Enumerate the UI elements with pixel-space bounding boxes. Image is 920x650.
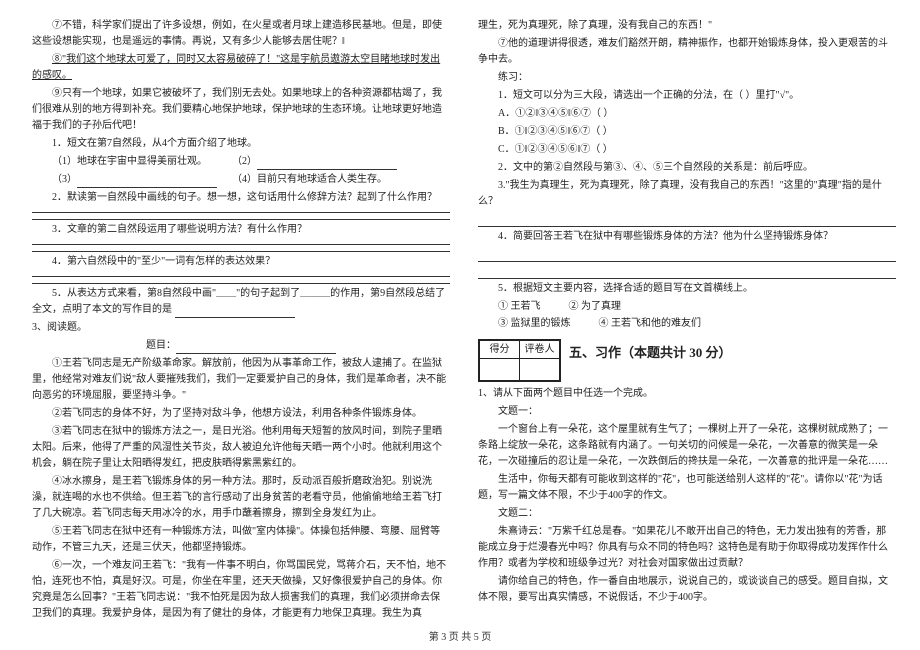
ex1-optA[interactable]: A．①②‖③④⑤‖⑥⑦（ ） — [478, 106, 896, 122]
reading-heading: 3、阅读题。 — [32, 320, 450, 336]
opt4[interactable]: ④ 王若飞和他的难友们 — [599, 316, 702, 332]
writing-p4: 请你给自己的特色，作一番自由地展示，说说自己的，或谈谈自己的感受。题目自拟，文体… — [478, 574, 896, 606]
answer-line[interactable] — [478, 268, 896, 279]
opt2[interactable]: ② 为了真理 — [569, 299, 622, 315]
writing-p2: 生活中，你每天都有可能收到这样的"花"，也可能送给别人这样的"花"。请你以"花"… — [478, 472, 896, 504]
grader-header: 评卷人 — [520, 341, 560, 359]
ex1-text: 1．短文可以分为三大段，请选出一个正确的分法，在（ ）里打"√"。 — [478, 88, 896, 104]
q1-opt1: （1）地球在宇宙中显得美丽壮观。 （2） — [32, 154, 450, 170]
score-grader-table: 得分 评卷人 — [478, 339, 561, 382]
title-blank[interactable] — [176, 343, 336, 354]
writing-lead: 1、请从下面两个题目中任选一个完成。 — [478, 386, 896, 402]
q2-text: 2．默读第一自然段中画线的句子。想一想，这句话用什么修辞方法？起到了什么作用？ — [32, 190, 450, 206]
left-column: ⑦不错，科学家们提出了许多设想，例如，在火星或者月球上建造移民基地。但是，即使这… — [32, 18, 450, 608]
grader-cell[interactable] — [520, 359, 560, 381]
fill-blank[interactable] — [257, 159, 397, 170]
q5-text: 5．从表达方式来看，第8自然段中画"＿＿"的句子起到了＿＿＿的作用，第9自然段总… — [32, 286, 450, 318]
title-row: 题目： — [32, 338, 450, 354]
score-section: 得分 评卷人 五、习作（本题共计 30 分） — [478, 333, 896, 386]
answer-line[interactable] — [32, 276, 450, 277]
two-column-layout: ⑦不错，科学家们提出了许多设想，例如，在火星或者月球上建造移民基地。但是，即使这… — [32, 18, 896, 608]
story-p6-cont: 理生，死为真理死，除了真理，没有我自己的东西！" — [478, 18, 896, 34]
story-p6: ⑥一次，一个难友问王若飞："我有一件事不明白，你骂国民党，骂蒋介石，天不怕，地不… — [32, 558, 450, 622]
paragraph-9: ⑨只有一个地球，如果它被破坏了，我们别无去处。如果地球上的各种资源都枯竭了，我们… — [32, 86, 450, 134]
fill-blank[interactable] — [175, 307, 295, 318]
q1-opt1-text: （1）地球在宇宙中显得美丽壮观。 — [52, 156, 207, 167]
ex2-text: 2．文中的第②自然段与第③、④、⑤三个自然段的关系是：前后呼应。 — [478, 160, 896, 176]
q3-text: 3．文章的第二自然段运用了哪些说明方法？有什么作用？ — [32, 222, 450, 238]
score-cell[interactable] — [480, 359, 520, 381]
writing-p3: 朱熹诗云："万紫千红总是春。"如果花儿不敢开出自己的特色，无力发出独有的芳香，那… — [478, 524, 896, 572]
ex4-text: 4．简要回答王若飞在狱中有哪些锻炼身体的方法？他为什么坚持锻炼身体？ — [478, 229, 896, 245]
q1-opt2-label: （2） — [232, 156, 257, 167]
q1-row2: （3） （4）目前只有地球适合人类生存。 — [32, 172, 450, 188]
fill-blank[interactable] — [77, 177, 217, 188]
exercise-heading: 练习： — [478, 70, 896, 86]
story-p2: ②若飞同志的身体不好，为了坚持对敌斗争，他想方设法，利用各种条件锻炼身体。 — [32, 406, 450, 422]
writing-topic2-label: 文题二： — [478, 506, 896, 522]
q1-lead: 1．短文在第7自然段，从4个方面介绍了地球。 — [32, 136, 450, 152]
ex1-optC[interactable]: C．①‖②③④⑤⑥‖⑦（ ） — [478, 142, 896, 158]
answer-line[interactable] — [32, 212, 450, 213]
answer-line[interactable] — [32, 219, 450, 220]
section-5-title: 五、习作（本题共计 30 分） — [569, 343, 732, 364]
page-footer: 第 3 页 共 5 页 — [0, 630, 920, 646]
story-p3: ③若飞同志在狱中的锻炼方法之一，是日光浴。他利用每天短暂的放风时间，到院子里晒太… — [32, 424, 450, 472]
story-p4: ④冰水擦身，是王若飞锻炼身体的另一种方法。那时，反动派百般折磨政治犯。别说洗澡，… — [32, 474, 450, 522]
q1-opt4-text: （4）目前只有地球适合人类生存。 — [232, 174, 387, 185]
story-p5: ⑤王若飞同志在狱中还有一种锻炼方法，叫做"室内体操"。体操包括伸腰、弯腰、屈臂等… — [32, 524, 450, 556]
ex5-options-row1: ① 王若飞 ② 为了真理 — [498, 299, 896, 315]
underlined-sentence: ⑧"我们这个地球太可爱了，同时又太容易破碎了！"这是宇航员遨游太空目睹地球时发出… — [32, 54, 440, 81]
opt3[interactable]: ③ 监狱里的锻炼 — [498, 316, 571, 332]
ex5-options-row2: ③ 监狱里的锻炼 ④ 王若飞和他的难友们 — [498, 316, 896, 332]
score-header: 得分 — [480, 341, 520, 359]
ex3-text: 3."我生为真理生，死为真理死，除了真理，没有我自己的东西！"这里的"真理"指的… — [478, 178, 896, 210]
writing-topic1-label: 文题一： — [478, 404, 896, 420]
paragraph-7: ⑦不错，科学家们提出了许多设想，例如，在火星或者月球上建造移民基地。但是，即使这… — [32, 18, 450, 50]
story-p1: ①王若飞同志是无产阶级革命家。解放前，他因为从事革命工作，被敌人逮捕了。在监狱里… — [32, 356, 450, 404]
writing-p1: 一个窗台上有一朵花，这个屋里就有生气了；一棵树上开了一朵花，这棵树就成熟了；一条… — [478, 422, 896, 470]
answer-line[interactable] — [32, 251, 450, 252]
opt1[interactable]: ① 王若飞 — [498, 299, 541, 315]
answer-line[interactable] — [32, 244, 450, 245]
answer-line[interactable] — [478, 216, 896, 227]
title-label: 题目： — [146, 340, 176, 351]
right-column: 理生，死为真理死，除了真理，没有我自己的东西！" ⑦他的道理讲得很透，难友们豁然… — [478, 18, 896, 608]
ex5-text: 5．根据短文主要内容，选择合适的题目写在文首横线上。 — [478, 281, 896, 297]
story-p7: ⑦他的道理讲得很透，难友们豁然开朗，精神振作，也都开始锻炼身体，投入更艰苦的斗争… — [478, 36, 896, 68]
q1-opt3-label: （3） — [52, 174, 77, 185]
ex1-optB[interactable]: B．①‖②③④⑤‖⑥⑦（ ） — [478, 124, 896, 140]
answer-line[interactable] — [32, 283, 450, 284]
q4-text: 4．第六自然段中的"至少"一词有怎样的表达效果？ — [32, 254, 450, 270]
answer-line[interactable] — [478, 251, 896, 262]
paragraph-8: ⑧"我们这个地球太可爱了，同时又太容易破碎了！"这是宇航员遨游太空目睹地球时发出… — [32, 52, 450, 84]
